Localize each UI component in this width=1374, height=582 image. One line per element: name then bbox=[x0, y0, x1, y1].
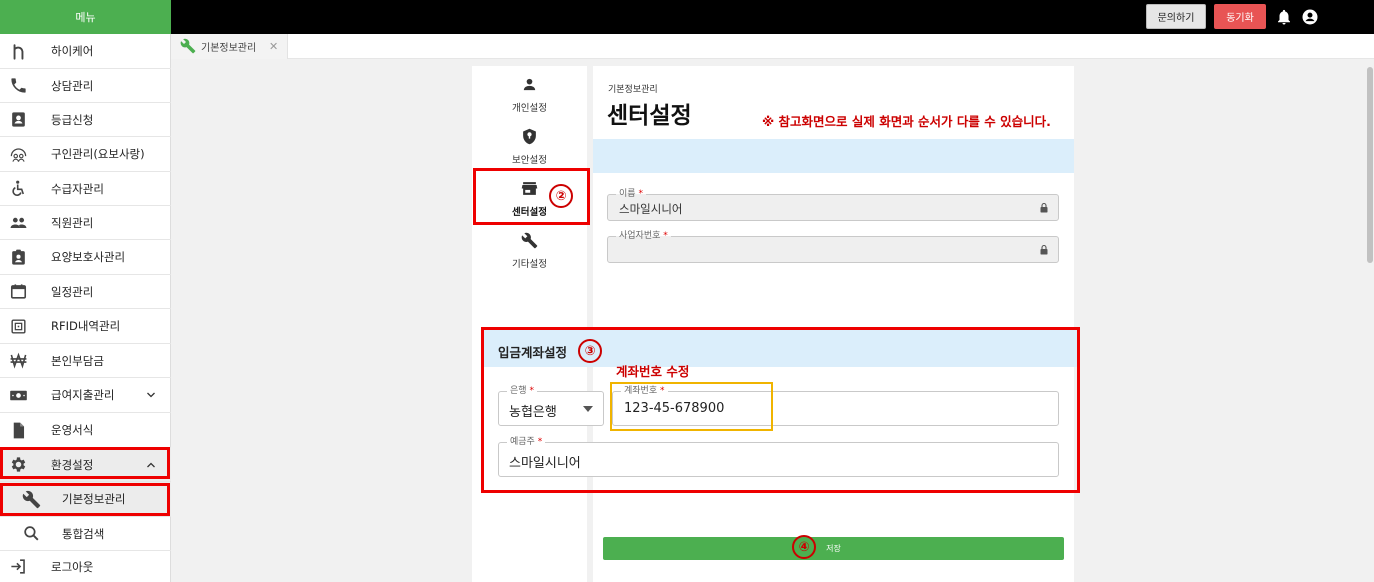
badge-icon bbox=[12, 112, 25, 127]
calendar-icon bbox=[10, 284, 27, 299]
sidebar-item-payroll[interactable]: 급여지출관리 bbox=[0, 378, 171, 413]
notice-text: ※ 참고화면으로 실제 화면과 순서가 다를 수 있습니다. bbox=[762, 114, 1051, 129]
sidebar-item-hicare[interactable]: 하이케어 bbox=[0, 34, 171, 69]
group-icon bbox=[10, 217, 27, 229]
settings-nav-security[interactable]: 보안설정 bbox=[472, 122, 587, 172]
settings-nav-label: 개인설정 bbox=[512, 103, 547, 114]
bizno-field-label: 사업자번호 * bbox=[616, 230, 671, 242]
lock-icon bbox=[1040, 202, 1048, 212]
won-icon bbox=[10, 352, 27, 369]
sidebar-item-caregiver[interactable]: 요양보호사관리 bbox=[0, 240, 171, 275]
sidebar-item-label: 일정관리 bbox=[51, 284, 94, 299]
sidebar-item-forms[interactable]: 운영서식 bbox=[0, 413, 171, 448]
bell-icon[interactable] bbox=[1275, 8, 1293, 26]
sidebar-item-label: 통합검색 bbox=[62, 526, 105, 541]
chevron-down-icon bbox=[147, 392, 155, 398]
sidebar-item-label: 요양보호사관리 bbox=[51, 250, 126, 264]
sidebar-item-recipient[interactable]: 수급자관리 bbox=[0, 172, 171, 206]
sidebar-item-label: 상담관리 bbox=[51, 78, 94, 93]
rfid-icon bbox=[11, 319, 26, 334]
scrollbar-thumb[interactable] bbox=[1367, 67, 1373, 263]
sidebar-item-label: 직원관리 bbox=[51, 215, 94, 230]
tab-basic-info[interactable]: 기본정보관리 ✕ bbox=[171, 34, 288, 59]
caregiver-icon bbox=[12, 249, 25, 265]
highlight-box-settings bbox=[0, 447, 170, 479]
sidebar-item-label: RFID내역관리 bbox=[51, 319, 121, 333]
highlight-box-basic-info bbox=[0, 483, 170, 516]
sidebar-item-logout[interactable]: 로그아웃 bbox=[0, 551, 171, 582]
settings-nav-etc[interactable]: 기타설정 bbox=[472, 226, 587, 276]
settings-nav-personal[interactable]: 개인설정 bbox=[472, 70, 587, 120]
phone-icon bbox=[11, 78, 26, 93]
sidebar-item-grade[interactable]: 등급신청 bbox=[0, 103, 171, 137]
name-field-label: 이름 * bbox=[616, 188, 646, 200]
sidebar-item-rfid[interactable]: RFID내역관리 bbox=[0, 309, 171, 344]
sidebar-item-schedule[interactable]: 일정관리 bbox=[0, 275, 171, 309]
sidebar-item-label: 등급신청 bbox=[51, 112, 94, 127]
settings-nav-label: 보안설정 bbox=[512, 155, 547, 166]
highlight-box-deposit bbox=[481, 327, 1080, 493]
sidebar-item-label: 운영서식 bbox=[51, 423, 94, 437]
sidebar-item-search[interactable]: 통합검색 bbox=[0, 517, 171, 551]
sidebar-item-staff[interactable]: 직원관리 bbox=[0, 206, 171, 240]
settings-nav: 개인설정 보안설정 센터설정 기타설정 bbox=[472, 66, 587, 582]
sync-button[interactable]: 동기화 bbox=[1214, 4, 1266, 29]
tab-bar: 기본정보관리 ✕ bbox=[171, 34, 1374, 59]
page-title: 센터설정 bbox=[607, 103, 692, 129]
breadcrumb: 기본정보관리 bbox=[608, 85, 658, 95]
document-icon bbox=[13, 422, 25, 439]
name-field[interactable]: 이름 * 스마일시니어 bbox=[607, 188, 1059, 221]
name-field-value: 스마일시니어 bbox=[619, 202, 683, 216]
step-badge-4: ④ bbox=[792, 535, 816, 559]
bizno-field[interactable]: 사업자번호 * bbox=[607, 230, 1059, 263]
settings-nav-label: 기타설정 bbox=[512, 259, 547, 270]
lock-icon bbox=[1040, 244, 1048, 254]
sidebar-item-label: 하이케어 bbox=[51, 44, 94, 58]
sidebar-item-copay[interactable]: 본인부담금 bbox=[0, 344, 171, 378]
wrench-icon bbox=[521, 232, 538, 249]
wheelchair-icon bbox=[12, 180, 25, 196]
sidebar-item-label: 급여지출관리 bbox=[51, 388, 115, 402]
section-band bbox=[593, 139, 1074, 173]
inquiry-button[interactable]: 문의하기 bbox=[1146, 4, 1206, 29]
hicare-icon bbox=[13, 44, 24, 60]
sidebar-item-label: 본인부담금 bbox=[51, 353, 104, 368]
logout-icon bbox=[11, 559, 25, 574]
shield-icon bbox=[523, 128, 536, 145]
menu-header: 메뉴 bbox=[0, 0, 171, 34]
account-icon[interactable] bbox=[1301, 8, 1319, 26]
save-button[interactable]: 저장 bbox=[603, 537, 1064, 560]
search-icon bbox=[24, 526, 39, 541]
people-love-icon bbox=[10, 148, 27, 162]
sidebar-item-recruit[interactable]: 구인관리(요보사랑) bbox=[0, 137, 171, 172]
close-icon[interactable]: ✕ bbox=[269, 40, 278, 53]
person-icon bbox=[523, 78, 536, 91]
sidebar-item-consult[interactable]: 상담관리 bbox=[0, 69, 171, 103]
money-icon bbox=[10, 390, 27, 401]
step-badge-2: ② bbox=[549, 184, 573, 208]
tab-label: 기본정보관리 bbox=[201, 43, 257, 54]
wrench-icon bbox=[180, 38, 196, 54]
sidebar-item-label: 구인관리(요보사랑) bbox=[51, 147, 145, 161]
sidebar-item-label: 로그아웃 bbox=[51, 559, 94, 574]
sidebar-item-label: 수급자관리 bbox=[51, 181, 104, 196]
